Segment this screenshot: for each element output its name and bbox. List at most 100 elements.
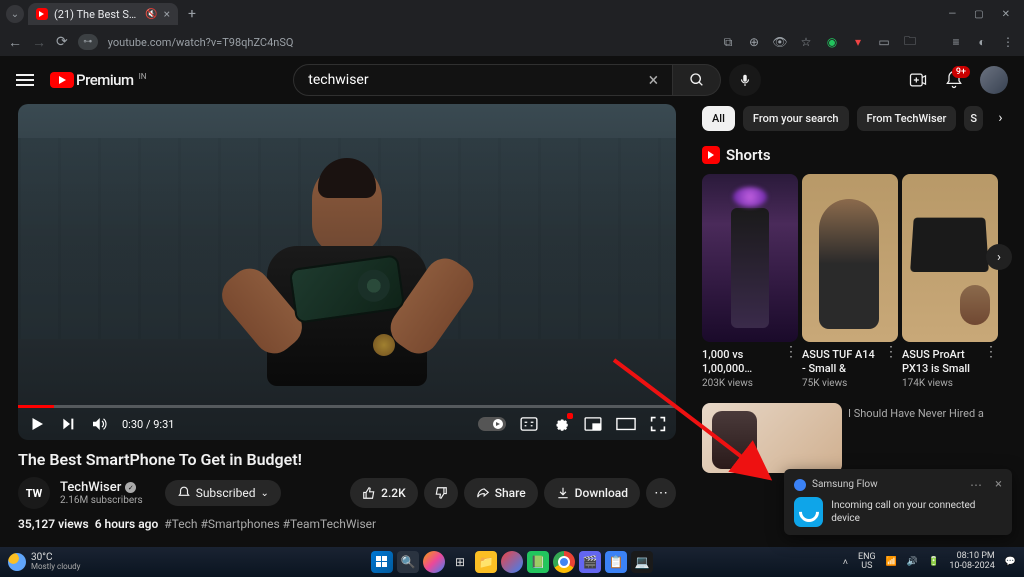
wifi-icon[interactable]: 📶	[886, 557, 897, 567]
start-button[interactable]	[371, 551, 393, 573]
voice-search-button[interactable]	[729, 64, 761, 96]
settings-button[interactable]	[552, 415, 570, 433]
chevron-down-icon: ⌄	[261, 488, 269, 499]
ext-icon-4[interactable]: 🗀	[902, 34, 918, 50]
suggested-title: I Should Have Never Hired a	[848, 403, 1010, 473]
play-button[interactable]	[28, 415, 46, 433]
app-icon-4[interactable]: 📋	[605, 551, 627, 573]
shorts-shelf: 1,000 vs 1,00,000… 203K views ⋮ ASUS TUF…	[702, 174, 1010, 389]
back-button[interactable]: ←	[8, 34, 22, 51]
ext-icon-2[interactable]: ▾	[850, 34, 866, 50]
task-view-icon[interactable]: ⊞	[449, 551, 471, 573]
chips-next-icon[interactable]: ›	[991, 104, 1010, 132]
autoplay-toggle[interactable]	[478, 417, 506, 431]
chrome-icon[interactable]	[553, 551, 575, 573]
search-taskbar-icon[interactable]: 🔍	[397, 551, 419, 573]
browser-menu-icon[interactable]: ⋮	[1000, 34, 1016, 50]
shorts-next-button[interactable]: ›	[986, 244, 1012, 270]
tab-dropdown[interactable]: ⌄	[6, 5, 24, 23]
bookmark-icon[interactable]: ☆	[798, 34, 814, 50]
site-info-icon[interactable]: ⊶	[78, 34, 98, 50]
open-external-icon[interactable]: ⧉	[720, 34, 736, 50]
app-icon-2[interactable]: 📗	[527, 551, 549, 573]
subscriber-count: 2.16M subscribers	[60, 495, 143, 506]
short-menu-icon[interactable]: ⋮	[884, 348, 898, 389]
copilot-icon[interactable]	[423, 551, 445, 573]
notification-badge: 9+	[952, 66, 970, 78]
next-video-button[interactable]	[60, 416, 76, 432]
create-icon[interactable]	[908, 70, 928, 90]
user-avatar[interactable]	[980, 66, 1008, 94]
maximize-icon[interactable]: ▢	[974, 9, 983, 20]
verified-icon: ✓	[125, 482, 136, 493]
short-item[interactable]: 1,000 vs 1,00,000… 203K views ⋮	[702, 174, 798, 389]
video-tags[interactable]: #Tech #Smartphones #TeamTechWiser	[164, 517, 376, 531]
notifications-tray-icon[interactable]: 💬	[1005, 557, 1016, 567]
video-player[interactable]: 0:30 / 9:31	[18, 104, 676, 440]
samsung-flow-notification[interactable]: Samsung Flow ⋯ × Incoming call on your c…	[784, 469, 1012, 535]
minimize-icon[interactable]: —	[948, 9, 956, 20]
battery-icon[interactable]: 🔋	[928, 557, 939, 567]
browser-tab[interactable]: (21) The Best SmartPhone 🔇 ×	[28, 3, 178, 25]
notification-menu-icon[interactable]: ⋯	[970, 478, 983, 492]
ext-icon-1[interactable]: ◉	[824, 34, 840, 50]
clock[interactable]: 08:10 PM 10-08-2024	[949, 552, 994, 572]
download-button[interactable]: Download	[544, 478, 640, 508]
close-tab-icon[interactable]: ×	[164, 7, 170, 21]
short-item[interactable]: ASUS ProArt PX13 is Small … 174K views ⋮	[902, 174, 998, 389]
country-code: IN	[139, 72, 147, 81]
search-input[interactable]	[308, 72, 648, 88]
notification-close-icon[interactable]: ×	[995, 477, 1002, 492]
address-bar[interactable]: youtube.com/watch?v=T98qhZC4nSQ	[108, 36, 710, 49]
suggested-video[interactable]: I Should Have Never Hired a	[702, 403, 1010, 473]
notification-text: Incoming call on your connected device	[831, 499, 1002, 525]
language-indicator[interactable]: ENG US	[858, 553, 876, 571]
like-button[interactable]: 2.2K	[350, 478, 418, 508]
reading-list-icon[interactable]: ≡	[948, 34, 964, 50]
app-icon-3[interactable]: 🎬	[579, 551, 601, 573]
more-actions-button[interactable]: ⋯	[646, 478, 676, 508]
channel-avatar[interactable]: TW	[18, 477, 50, 509]
app-icon-5[interactable]: 💻	[631, 551, 653, 573]
short-item[interactable]: ASUS TUF A14 - Small & Mighty… 75K views…	[802, 174, 898, 389]
share-button[interactable]: Share	[464, 478, 538, 508]
chip-from-search[interactable]: From your search	[743, 106, 849, 131]
dislike-button[interactable]	[424, 478, 458, 508]
weather-widget[interactable]: 30°C Mostly cloudy	[8, 553, 80, 571]
volume-button[interactable]	[90, 415, 108, 433]
sound-icon[interactable]: 🔊	[907, 557, 918, 567]
tray-chevron-icon[interactable]: ˄	[843, 557, 848, 568]
close-window-icon[interactable]: ✕	[1002, 9, 1010, 20]
miniplayer-button[interactable]	[584, 417, 602, 431]
chip-from-channel[interactable]: From TechWiser	[857, 106, 957, 131]
app-icon-1[interactable]	[501, 551, 523, 573]
clear-search-icon[interactable]: ×	[649, 70, 659, 91]
short-menu-icon[interactable]: ⋮	[784, 348, 798, 389]
search-button[interactable]	[673, 64, 721, 96]
youtube-logo[interactable]: Premium IN	[50, 71, 146, 89]
search-box[interactable]: ×	[293, 64, 673, 96]
filter-chips: All From your search From TechWiser S ›	[702, 104, 1010, 132]
samsung-flow-icon	[794, 479, 806, 491]
short-menu-icon[interactable]: ⋮	[984, 348, 998, 389]
incognito-icon[interactable]: 👁	[772, 34, 788, 50]
hamburger-menu[interactable]	[16, 71, 34, 89]
zoom-icon[interactable]: ⊕	[746, 34, 762, 50]
subscribe-button[interactable]: Subscribed ⌄	[165, 480, 281, 506]
tab-mute-icon[interactable]: 🔇	[145, 9, 157, 20]
ext-icon-3[interactable]: ▭	[876, 34, 892, 50]
forward-button[interactable]: →	[32, 34, 46, 51]
profile-icon[interactable]: ◐	[974, 34, 990, 50]
chip-more[interactable]: S	[964, 106, 983, 131]
theater-button[interactable]	[616, 417, 636, 431]
notifications-button[interactable]: 9+	[944, 70, 964, 90]
chip-all[interactable]: All	[702, 106, 735, 131]
date: 10-08-2024	[949, 562, 994, 572]
reload-button[interactable]: ⟳	[56, 34, 68, 50]
captions-button[interactable]	[520, 417, 538, 431]
new-tab-button[interactable]: +	[182, 4, 202, 24]
video-meta: TW TechWiser✓ 2.16M subscribers Subscrib…	[18, 477, 676, 509]
channel-info[interactable]: TechWiser✓ 2.16M subscribers	[60, 480, 143, 506]
explorer-icon[interactable]: 📁	[475, 551, 497, 573]
fullscreen-button[interactable]	[650, 416, 666, 432]
